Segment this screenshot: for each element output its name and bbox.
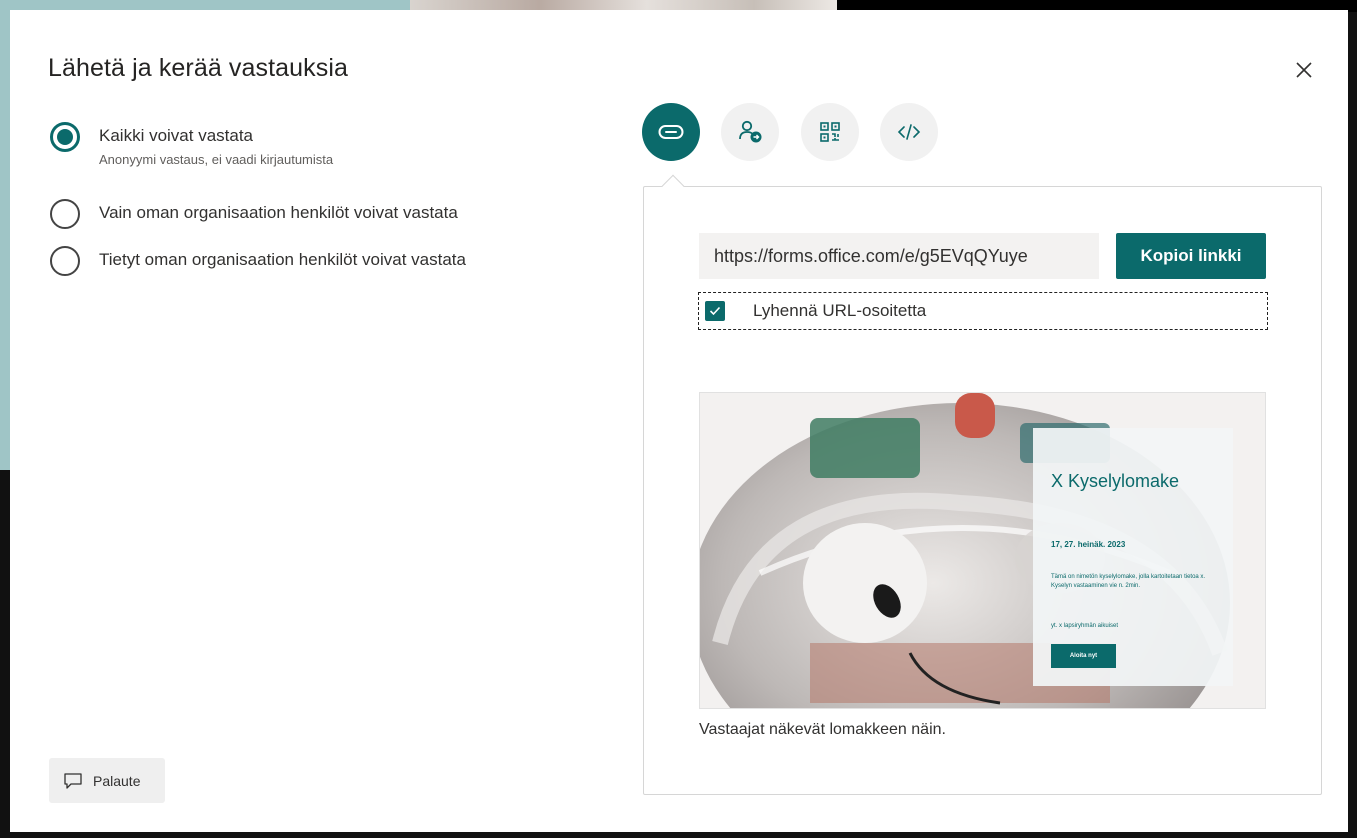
option-anyone[interactable]: Kaikki voivat vastata Anonyymi vastaus, … xyxy=(50,122,333,167)
embed-code-icon xyxy=(897,124,921,140)
preview-card: X Kyselylomake 17, 27. heinäk. 2023 Tämä… xyxy=(1033,428,1233,686)
dialog-title: Lähetä ja kerää vastauksia xyxy=(48,54,349,82)
qr-code-icon xyxy=(820,122,840,142)
share-dialog: Lähetä ja kerää vastauksia Kaikki voivat… xyxy=(10,10,1348,832)
preview-description: Tämä on nimetön kyselylomake, jolla kart… xyxy=(1051,574,1206,589)
option-specific-people-label: Tietyt oman organisaation henkilöt voiva… xyxy=(99,250,466,269)
comment-icon xyxy=(64,772,82,789)
preview-date: 17, 27. heinäk. 2023 xyxy=(1051,540,1126,549)
radio-organization[interactable] xyxy=(50,199,80,229)
tab-invite[interactable] xyxy=(721,103,779,161)
preview-form-title: X Kyselylomake xyxy=(1051,471,1180,491)
option-organization-label: Vain oman organisaation henkilöt voivat … xyxy=(99,203,458,222)
feedback-label: Palaute xyxy=(93,772,141,789)
preview-start-button: Aloita nyt xyxy=(1051,644,1116,668)
checkbox-checked[interactable] xyxy=(705,301,725,321)
feedback-button[interactable]: Palaute xyxy=(49,758,165,803)
invite-people-icon xyxy=(739,120,762,143)
shorten-url-checkbox[interactable]: Lyhennä URL-osoitetta xyxy=(698,292,1268,330)
option-anyone-label: Kaikki voivat vastata xyxy=(99,126,254,145)
link-panel: https://forms.office.com/e/g5EVqQYuye Ko… xyxy=(643,186,1322,795)
preview-caption: Vastaajat näkevät lomakkeen näin. xyxy=(699,721,946,738)
url-field[interactable]: https://forms.office.com/e/g5EVqQYuye xyxy=(699,233,1099,279)
checkmark-icon xyxy=(709,306,721,316)
radio-anyone[interactable] xyxy=(50,122,80,152)
option-anyone-description: Anonyymi vastaus, ei vaadi kirjautumista xyxy=(99,152,334,167)
link-icon xyxy=(658,125,684,139)
form-preview: X Kyselylomake 17, 27. heinäk. 2023 Tämä… xyxy=(699,392,1266,709)
radio-specific-people[interactable] xyxy=(50,246,80,276)
close-button[interactable] xyxy=(1290,56,1318,84)
copy-link-button[interactable]: Kopioi linkki xyxy=(1116,233,1266,279)
option-organization[interactable]: Vain oman organisaation henkilöt voivat … xyxy=(50,199,458,229)
tab-embed[interactable] xyxy=(880,103,938,161)
option-specific-people[interactable]: Tietyt oman organisaation henkilöt voiva… xyxy=(50,246,466,276)
shorten-url-label: Lyhennä URL-osoitetta xyxy=(753,301,927,320)
tab-link[interactable] xyxy=(642,103,700,161)
preview-note: yt. x lapsiryhmän aikuiset xyxy=(1051,623,1119,629)
tab-qr-code[interactable] xyxy=(801,103,859,161)
close-icon xyxy=(1296,62,1312,78)
